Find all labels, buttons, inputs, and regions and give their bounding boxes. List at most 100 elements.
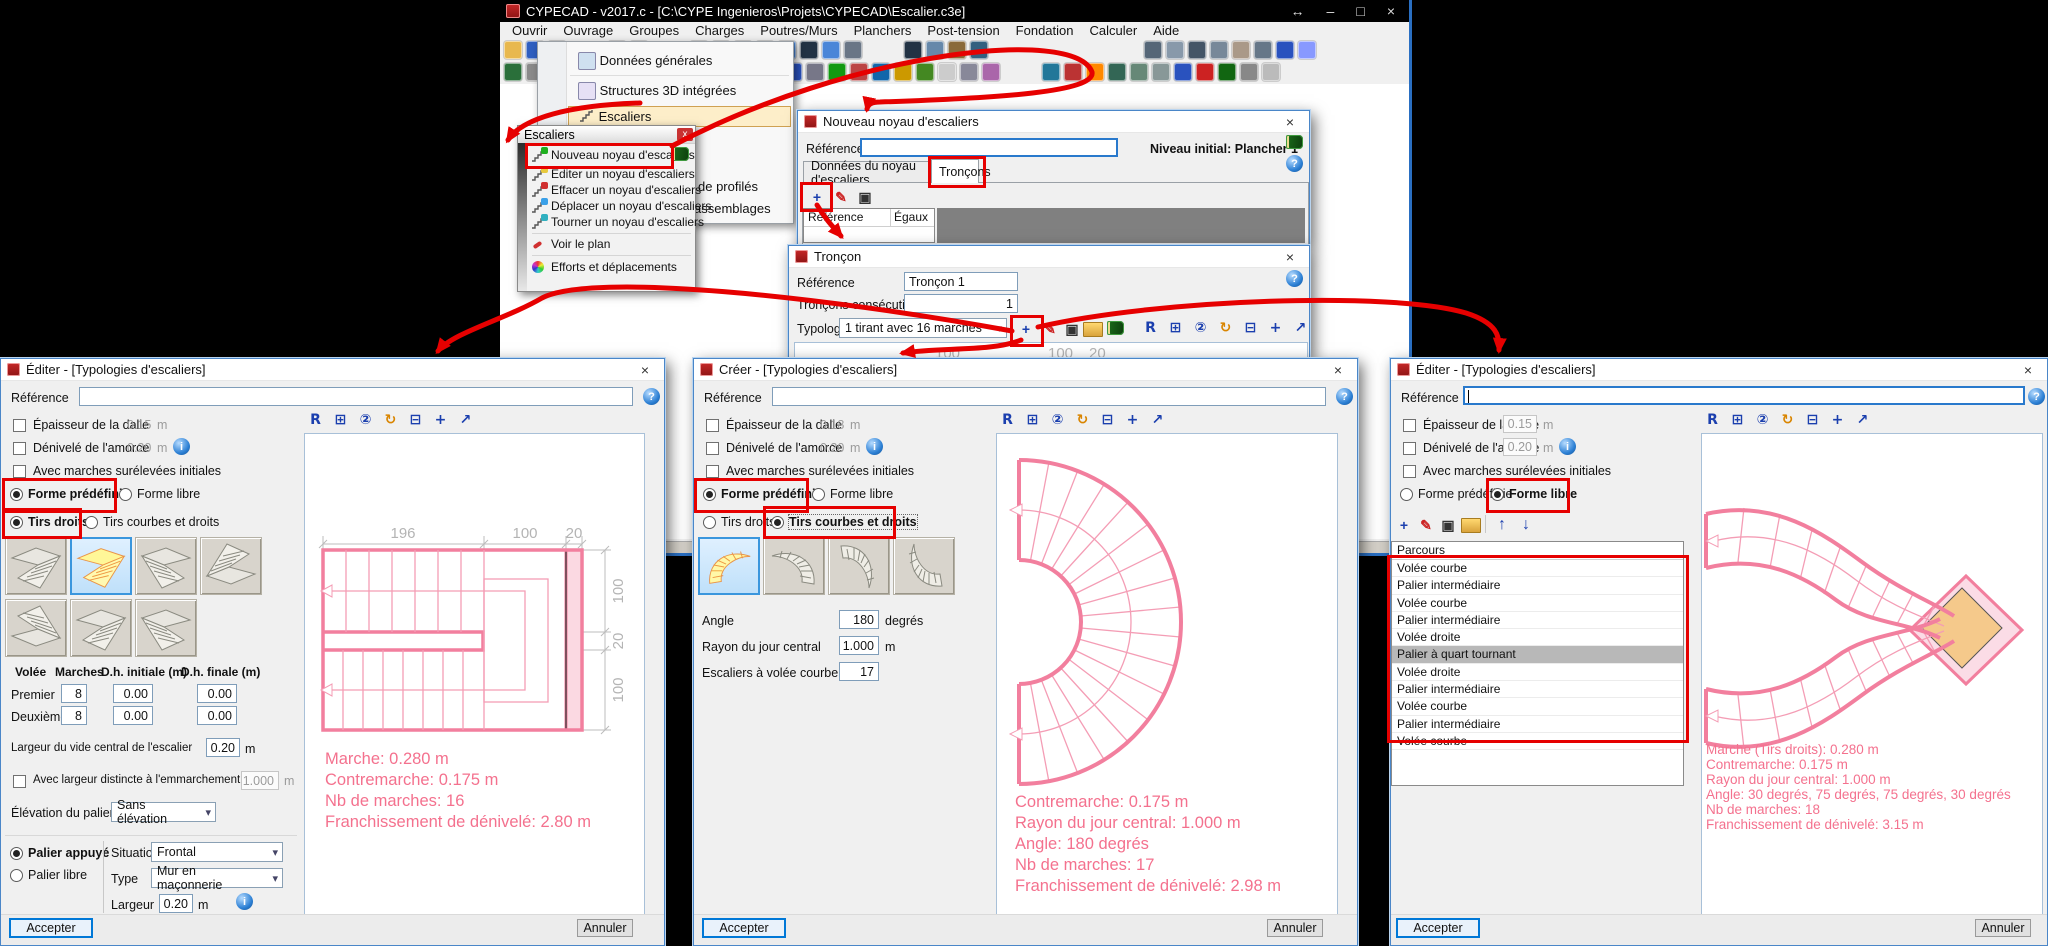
help-icon[interactable]: ? [1286, 155, 1303, 172]
volee-courbe-input[interactable]: 17 [839, 662, 879, 681]
toolbar-button[interactable] [504, 63, 522, 81]
toolbar-button[interactable] [1174, 63, 1192, 81]
toolbar-button[interactable] [1298, 40, 1316, 59]
toolbar-button[interactable] [1210, 40, 1228, 59]
copy-icon[interactable]: ▣ [1437, 514, 1459, 536]
zoom-tool-icon[interactable]: + [1266, 318, 1285, 337]
zoom-tool-icon[interactable]: ⊟ [1803, 410, 1822, 429]
panel-item-voir-le-plan[interactable]: Voir le plan [529, 236, 693, 252]
toolbar-button[interactable] [960, 63, 978, 81]
toolbar-button[interactable] [1196, 63, 1214, 81]
menu-item[interactable]: Calculer [1082, 22, 1146, 39]
troncons-list[interactable]: Référence Égaux [803, 208, 935, 243]
zoom-tool-icon[interactable]: ⊟ [1098, 410, 1117, 429]
panel-item-tourner-noyau[interactable]: Tourner un noyau d'escaliers [529, 213, 704, 230]
menu-item[interactable]: Charges [687, 22, 752, 39]
cancel-button[interactable]: Annuler [1975, 919, 2031, 937]
help-icon[interactable]: ? [1336, 388, 1353, 405]
zoom-tool-icon[interactable]: R [306, 410, 325, 429]
reference-input[interactable] [1463, 386, 2025, 405]
toolbar-button[interactable] [982, 63, 1000, 81]
move-down-icon[interactable]: ↓ [1515, 514, 1537, 536]
zoom-tool-icon[interactable]: ② [1191, 318, 1210, 337]
toolbar-button[interactable] [872, 63, 890, 81]
angle-input[interactable]: 180 [839, 610, 879, 629]
open-folder-icon[interactable] [1461, 518, 1481, 533]
forme-libre-radio[interactable] [1491, 488, 1504, 501]
toolbar-button[interactable] [844, 40, 862, 59]
panel-item-editer-noyau[interactable]: Éditer un noyau d'escaliers [529, 165, 695, 182]
delete-icon[interactable]: ✎ [1039, 318, 1061, 340]
largeur-vide-input[interactable]: 0.20 [206, 738, 240, 757]
forme-libre-radio[interactable] [119, 488, 132, 501]
dh-initiale-input[interactable]: 0.00 [113, 684, 153, 703]
close-icon[interactable]: x [677, 128, 693, 141]
accept-button[interactable]: Accepter [1396, 918, 1480, 938]
type-select[interactable]: Mur en maçonnerie [151, 864, 283, 892]
parcours-item[interactable]: Volée courbe [1392, 698, 1683, 716]
info-icon[interactable]: i [173, 438, 190, 455]
toolbar-button[interactable] [800, 40, 818, 59]
zoom-tool-icon[interactable]: ↻ [1073, 410, 1092, 429]
largeur-input[interactable]: 0.20 [159, 894, 193, 913]
copy-icon[interactable]: ▣ [1061, 318, 1083, 340]
add-troncon-icon[interactable]: + [806, 186, 828, 208]
toolbar-button[interactable] [1254, 40, 1272, 59]
close-icon[interactable]: × [632, 362, 658, 378]
close-icon[interactable]: × [1277, 249, 1303, 265]
parcours-item[interactable]: Volée droite [1392, 629, 1683, 647]
denivele-checkbox[interactable] [1403, 442, 1416, 455]
info-icon[interactable]: i [236, 893, 253, 910]
toolbar-button[interactable] [1144, 40, 1162, 59]
zoom-tool-icon[interactable]: ⊞ [1023, 410, 1042, 429]
toolbar-button[interactable] [1004, 63, 1038, 81]
marches-surelevees-checkbox[interactable] [13, 465, 26, 478]
toolbar-button[interactable] [1086, 63, 1104, 81]
zoom-tool-icon[interactable]: ② [356, 410, 375, 429]
forme-predefinie-radio[interactable] [1400, 488, 1413, 501]
marches-input[interactable]: 8 [61, 706, 87, 725]
situation-select[interactable]: Frontal [151, 842, 283, 862]
toolbar-button[interactable] [948, 40, 966, 59]
toolbar-button[interactable] [970, 40, 988, 59]
toolbar-button[interactable] [1106, 41, 1140, 59]
help-icon[interactable]: ? [2028, 388, 2045, 405]
palier-libre-radio[interactable] [10, 869, 23, 882]
forme-libre-radio[interactable] [812, 488, 825, 501]
toolbar-button[interactable] [904, 40, 922, 59]
reference-input[interactable] [860, 138, 1118, 157]
close-button[interactable]: × [1387, 3, 1395, 19]
zoom-tool-icon[interactable]: ↻ [381, 410, 400, 429]
rayon-input[interactable]: 1.000 [839, 636, 879, 655]
panel-item-deplacer-noyau[interactable]: Déplacer un noyau d'escaliers [529, 197, 711, 214]
menu-item[interactable]: Groupes [621, 22, 687, 39]
move-up-icon[interactable]: ↑ [1491, 514, 1513, 536]
close-icon[interactable]: × [1277, 114, 1303, 130]
parcours-item[interactable]: Palier intermédiaire [1392, 715, 1683, 733]
toolbar-button[interactable] [822, 40, 840, 59]
zoom-tool-icon[interactable]: ↗ [1853, 410, 1872, 429]
dh-finale-input[interactable]: 0.00 [197, 706, 237, 725]
zoom-tool-icon[interactable]: + [431, 410, 450, 429]
toolbar-button[interactable] [866, 41, 900, 59]
toolbar-button[interactable] [1166, 40, 1184, 59]
menu-item[interactable]: Ouvrir [504, 22, 555, 39]
open-folder-icon[interactable] [1083, 322, 1103, 337]
menu-item[interactable]: Fondation [1008, 22, 1082, 39]
toolbar-button[interactable] [938, 63, 956, 81]
marches-surelevees-checkbox[interactable] [706, 465, 719, 478]
menu-item[interactable]: Post-tension [919, 22, 1007, 39]
stair-type-thumbnail[interactable] [200, 537, 262, 595]
tab-troncons[interactable]: Tronçons [931, 159, 991, 183]
stair-type-thumbnail-selected[interactable] [70, 537, 132, 595]
marches-surelevees-checkbox[interactable] [1403, 465, 1416, 478]
zoom-tool-icon[interactable]: ⊞ [1728, 410, 1747, 429]
zoom-tool-icon[interactable]: ↗ [456, 410, 475, 429]
toolbar-button[interactable] [850, 63, 868, 81]
parcours-item[interactable]: Palier intermédiaire [1392, 577, 1683, 595]
toolbar-button[interactable] [504, 40, 522, 59]
zoom-tool-icon[interactable]: + [1123, 410, 1142, 429]
marches-input[interactable]: 8 [61, 684, 87, 703]
zoom-tool-icon[interactable]: ② [1753, 410, 1772, 429]
panel-item-nouveau-noyau[interactable]: Nouveau noyau d'escaliers [529, 146, 695, 163]
